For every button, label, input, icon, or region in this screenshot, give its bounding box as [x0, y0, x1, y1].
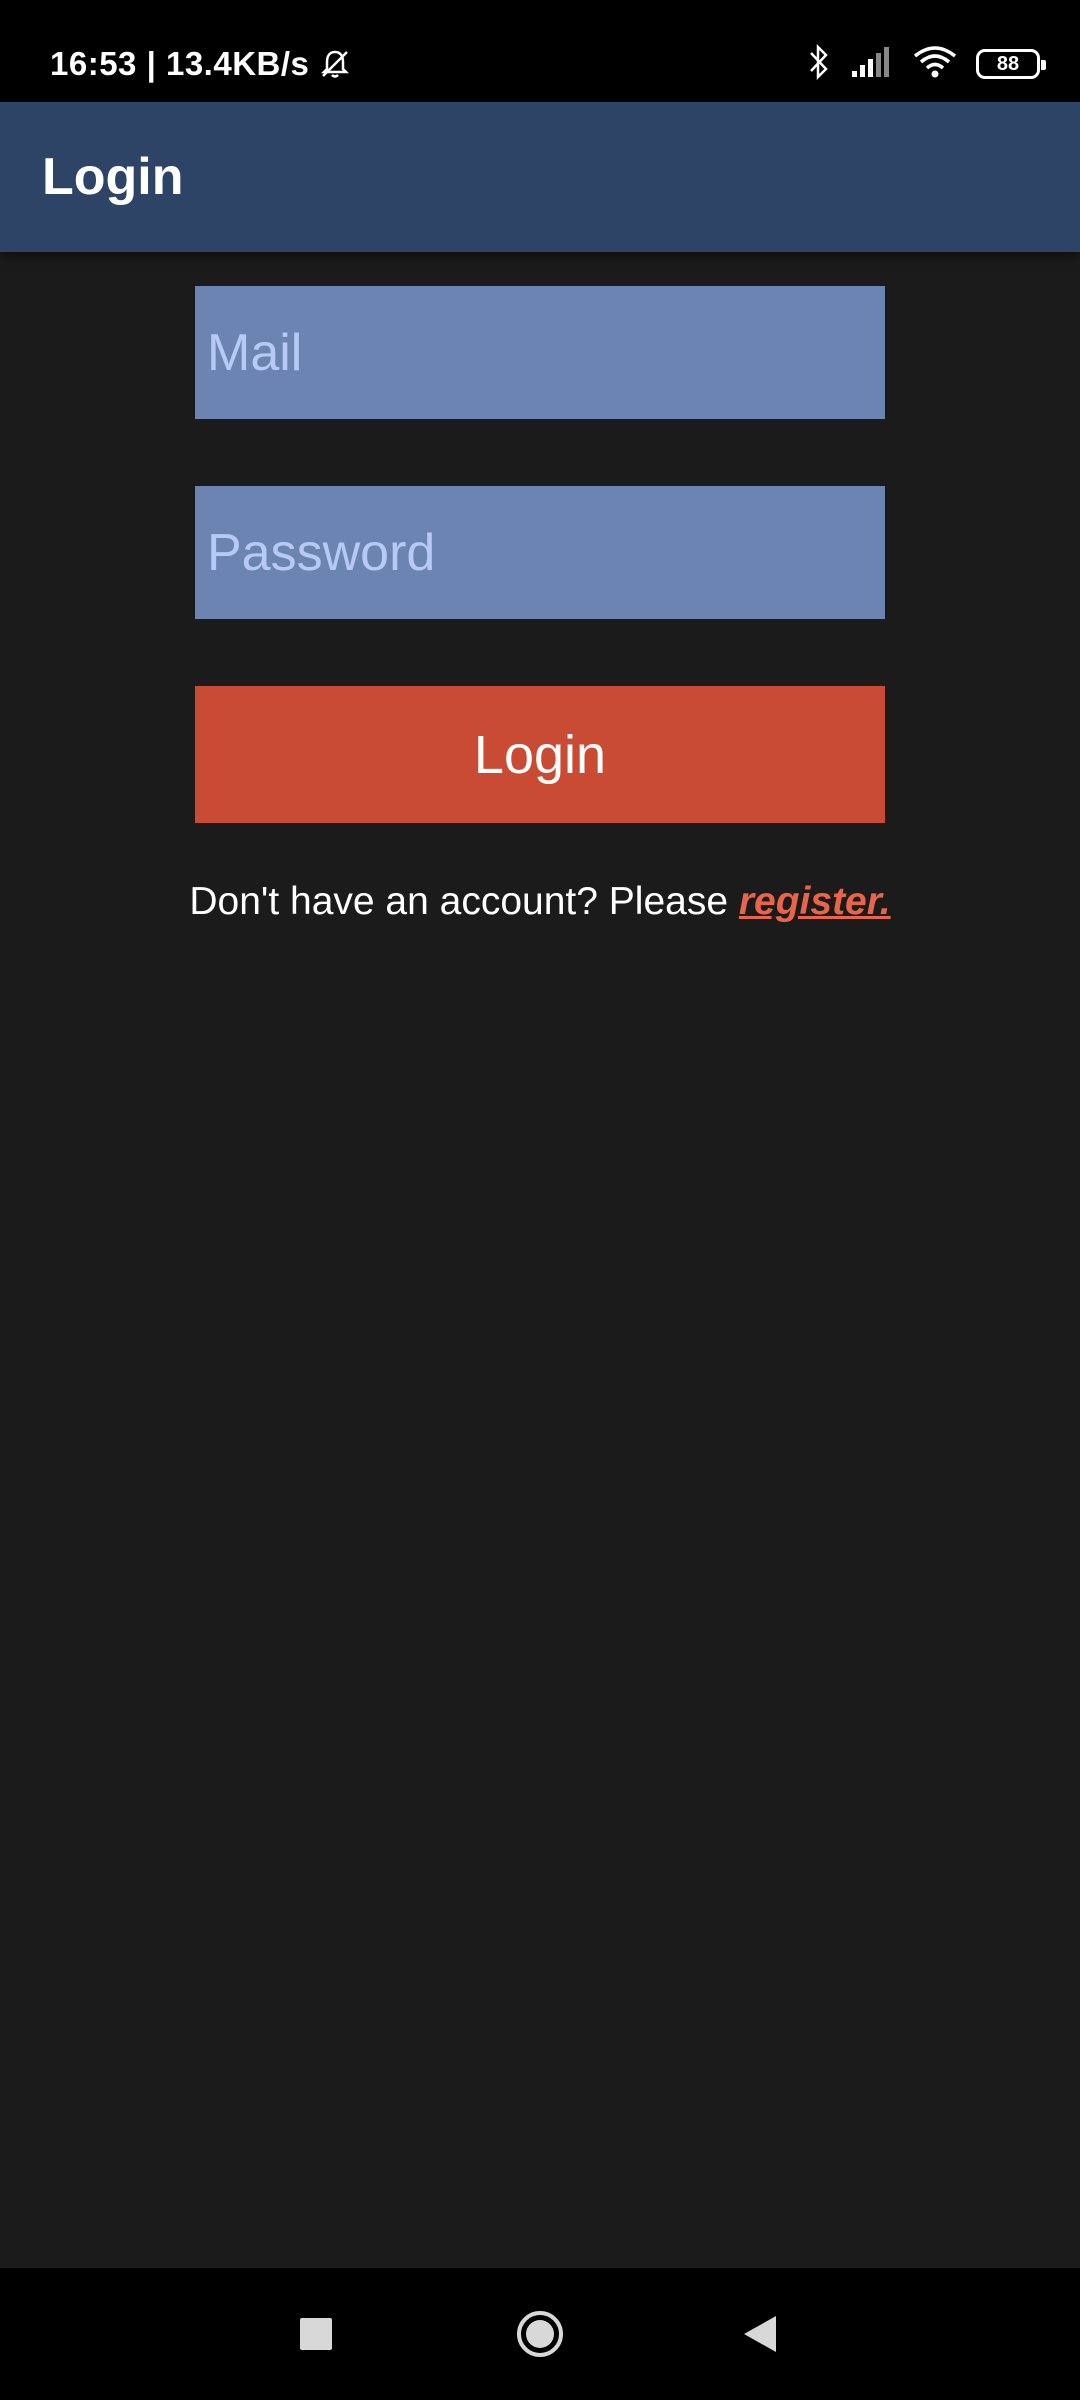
register-prompt: Don't have an account? Please register. — [0, 880, 1080, 924]
signal-icon — [850, 45, 894, 84]
password-field[interactable] — [195, 486, 885, 619]
back-icon — [744, 2316, 776, 2352]
status-bar: 16:53 | 13.4KB/s 88 — [0, 0, 1080, 102]
battery-level: 88 — [996, 52, 1020, 75]
app-bar: Login — [0, 102, 1080, 252]
recents-icon — [300, 2318, 332, 2350]
battery-icon: 88 — [976, 49, 1046, 79]
mail-field[interactable] — [195, 286, 885, 419]
register-link[interactable]: register. — [739, 880, 891, 923]
wifi-icon — [912, 44, 958, 85]
home-button[interactable] — [490, 2268, 590, 2400]
login-button[interactable]: Login — [195, 686, 885, 823]
mute-icon — [317, 46, 353, 82]
bluetooth-icon — [806, 42, 832, 87]
status-time-speed: 16:53 | 13.4KB/s — [50, 45, 310, 82]
nav-bar — [0, 2268, 1080, 2400]
home-icon — [517, 2311, 563, 2357]
register-prompt-text: Don't have an account? Please — [189, 880, 739, 923]
recents-button[interactable] — [266, 2268, 366, 2400]
back-button[interactable] — [710, 2268, 810, 2400]
page-title: Login — [42, 148, 184, 206]
